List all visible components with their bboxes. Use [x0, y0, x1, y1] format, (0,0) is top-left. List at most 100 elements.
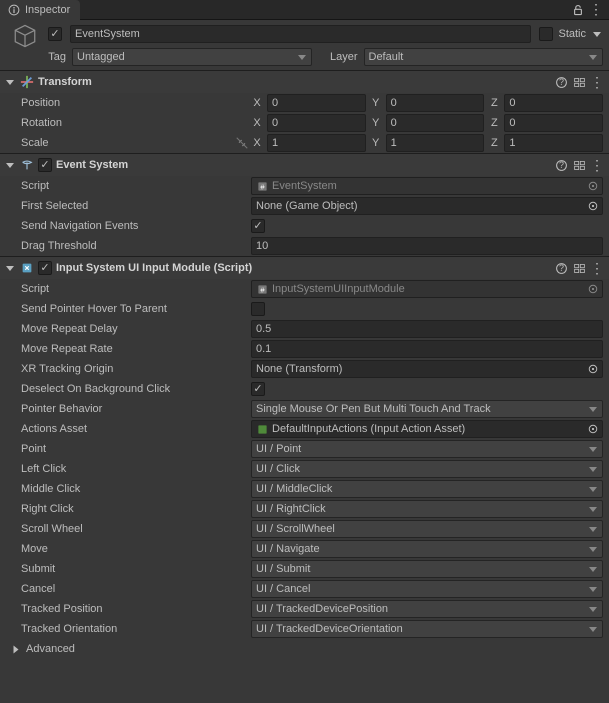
advanced-foldout[interactable]: Advanced [0, 639, 609, 659]
first-selected-field[interactable]: None (Game Object) [251, 197, 603, 215]
cube-icon[interactable] [10, 21, 40, 51]
event-system-component: Event System ? Script # EventSystem Firs… [0, 153, 609, 256]
component-menu-icon[interactable] [589, 260, 605, 276]
first-selected-label: First Selected [21, 200, 251, 212]
position-x-input[interactable] [267, 94, 366, 112]
tracked-pos-dropdown[interactable]: UI / TrackedDevicePosition [251, 600, 603, 618]
event-system-enabled-checkbox[interactable] [38, 158, 52, 172]
submit-label: Submit [21, 563, 251, 575]
tracked-ori-dropdown[interactable]: UI / TrackedDeviceOrientation [251, 620, 603, 638]
fold-icon[interactable] [6, 80, 14, 85]
send-hover-label: Send Pointer Hover To Parent [21, 303, 251, 315]
static-checkbox[interactable] [539, 27, 553, 41]
event-system-header[interactable]: Event System ? [0, 154, 609, 176]
deselect-label: Deselect On Background Click [21, 383, 251, 395]
object-picker-icon[interactable] [586, 179, 600, 193]
drag-threshold-input[interactable] [251, 237, 603, 255]
script-type-icon: # [256, 180, 268, 192]
inspector-tab[interactable]: Inspector [0, 0, 80, 20]
event-system-icon [20, 158, 34, 172]
position-y-input[interactable] [386, 94, 485, 112]
component-menu-icon[interactable] [589, 74, 605, 90]
submit-dropdown[interactable]: UI / Submit [251, 560, 603, 578]
transform-icon [20, 75, 34, 89]
send-hover-checkbox[interactable] [251, 302, 265, 316]
tracked-ori-label: Tracked Orientation [21, 623, 251, 635]
rotation-x-input[interactable] [267, 114, 366, 132]
static-dropdown-icon[interactable] [593, 32, 601, 37]
layer-dropdown[interactable]: Default [364, 48, 604, 66]
preset-icon[interactable] [571, 74, 587, 90]
object-picker-icon[interactable] [586, 199, 600, 213]
gameobject-name-input[interactable] [70, 25, 531, 43]
input-module-component: Input System UI Input Module (Script) ? … [0, 256, 609, 659]
deselect-checkbox[interactable] [251, 382, 265, 396]
right-click-dropdown[interactable]: UI / RightClick [251, 500, 603, 518]
scale-label: Scale [21, 136, 251, 150]
right-click-label: Right Click [21, 503, 251, 515]
object-picker-icon[interactable] [586, 282, 600, 296]
send-nav-checkbox[interactable] [251, 219, 265, 233]
lock-icon[interactable] [569, 1, 587, 19]
xr-origin-value: None (Transform) [256, 363, 342, 375]
object-picker-icon[interactable] [586, 362, 600, 376]
help-icon[interactable]: ? [553, 260, 569, 276]
fold-icon[interactable] [6, 266, 14, 271]
input-module-enabled-checkbox[interactable] [38, 261, 52, 275]
left-click-label: Left Click [21, 463, 251, 475]
transform-component: Transform ? Position X Y Z Rotation X Y … [0, 70, 609, 153]
xr-origin-field[interactable]: None (Transform) [251, 360, 603, 378]
transform-header[interactable]: Transform ? [0, 71, 609, 93]
position-z-input[interactable] [504, 94, 603, 112]
fold-icon[interactable] [6, 163, 14, 168]
script-field: # EventSystem [251, 177, 603, 195]
info-icon [8, 4, 20, 16]
first-selected-value: None (Game Object) [256, 200, 357, 212]
send-nav-label: Send Navigation Events [21, 220, 251, 232]
script-value: InputSystemUIInputModule [272, 283, 405, 295]
component-menu-icon[interactable] [589, 157, 605, 173]
event-system-title: Event System [56, 159, 128, 171]
x-label: X [251, 97, 263, 109]
active-checkbox[interactable] [48, 27, 62, 41]
cancel-dropdown[interactable]: UI / Cancel [251, 580, 603, 598]
position-fields: X Y Z [251, 94, 603, 112]
preset-icon[interactable] [571, 260, 587, 276]
scale-z-input[interactable] [504, 134, 603, 152]
scale-y-input[interactable] [386, 134, 485, 152]
middle-click-label: Middle Click [21, 483, 251, 495]
tag-label: Tag [44, 51, 66, 63]
pointer-behavior-dropdown[interactable]: Single Mouse Or Pen But Multi Touch And … [251, 400, 603, 418]
input-module-icon [20, 261, 34, 275]
help-icon[interactable]: ? [553, 74, 569, 90]
svg-text:?: ? [559, 159, 564, 169]
rotation-y-input[interactable] [386, 114, 485, 132]
left-click-dropdown[interactable]: UI / Click [251, 460, 603, 478]
pointer-behavior-label: Pointer Behavior [21, 403, 251, 415]
move-label: Move [21, 543, 251, 555]
scale-x-input[interactable] [267, 134, 366, 152]
help-icon[interactable]: ? [553, 157, 569, 173]
tag-layer-row: Tag Untagged Layer Default [0, 44, 609, 70]
move-repeat-delay-input[interactable] [251, 320, 603, 338]
tab-menu-icon[interactable] [587, 1, 605, 19]
move-repeat-rate-label: Move Repeat Rate [21, 343, 251, 355]
move-dropdown[interactable]: UI / Navigate [251, 540, 603, 558]
inspector-tab-label: Inspector [25, 4, 70, 16]
asset-type-icon [256, 423, 268, 435]
middle-click-dropdown[interactable]: UI / MiddleClick [251, 480, 603, 498]
point-dropdown[interactable]: UI / Point [251, 440, 603, 458]
actions-asset-field[interactable]: DefaultInputActions (Input Action Asset) [251, 420, 603, 438]
object-picker-icon[interactable] [586, 422, 600, 436]
move-repeat-delay-label: Move Repeat Delay [21, 323, 251, 335]
tracked-pos-label: Tracked Position [21, 603, 251, 615]
rotation-z-input[interactable] [504, 114, 603, 132]
input-module-header[interactable]: Input System UI Input Module (Script) ? [0, 257, 609, 279]
move-repeat-rate-input[interactable] [251, 340, 603, 358]
preset-icon[interactable] [571, 157, 587, 173]
tag-dropdown[interactable]: Untagged [72, 48, 312, 66]
constrain-icon[interactable] [235, 136, 249, 150]
scroll-dropdown[interactable]: UI / ScrollWheel [251, 520, 603, 538]
position-label: Position [21, 97, 251, 109]
fold-icon[interactable] [14, 645, 19, 653]
